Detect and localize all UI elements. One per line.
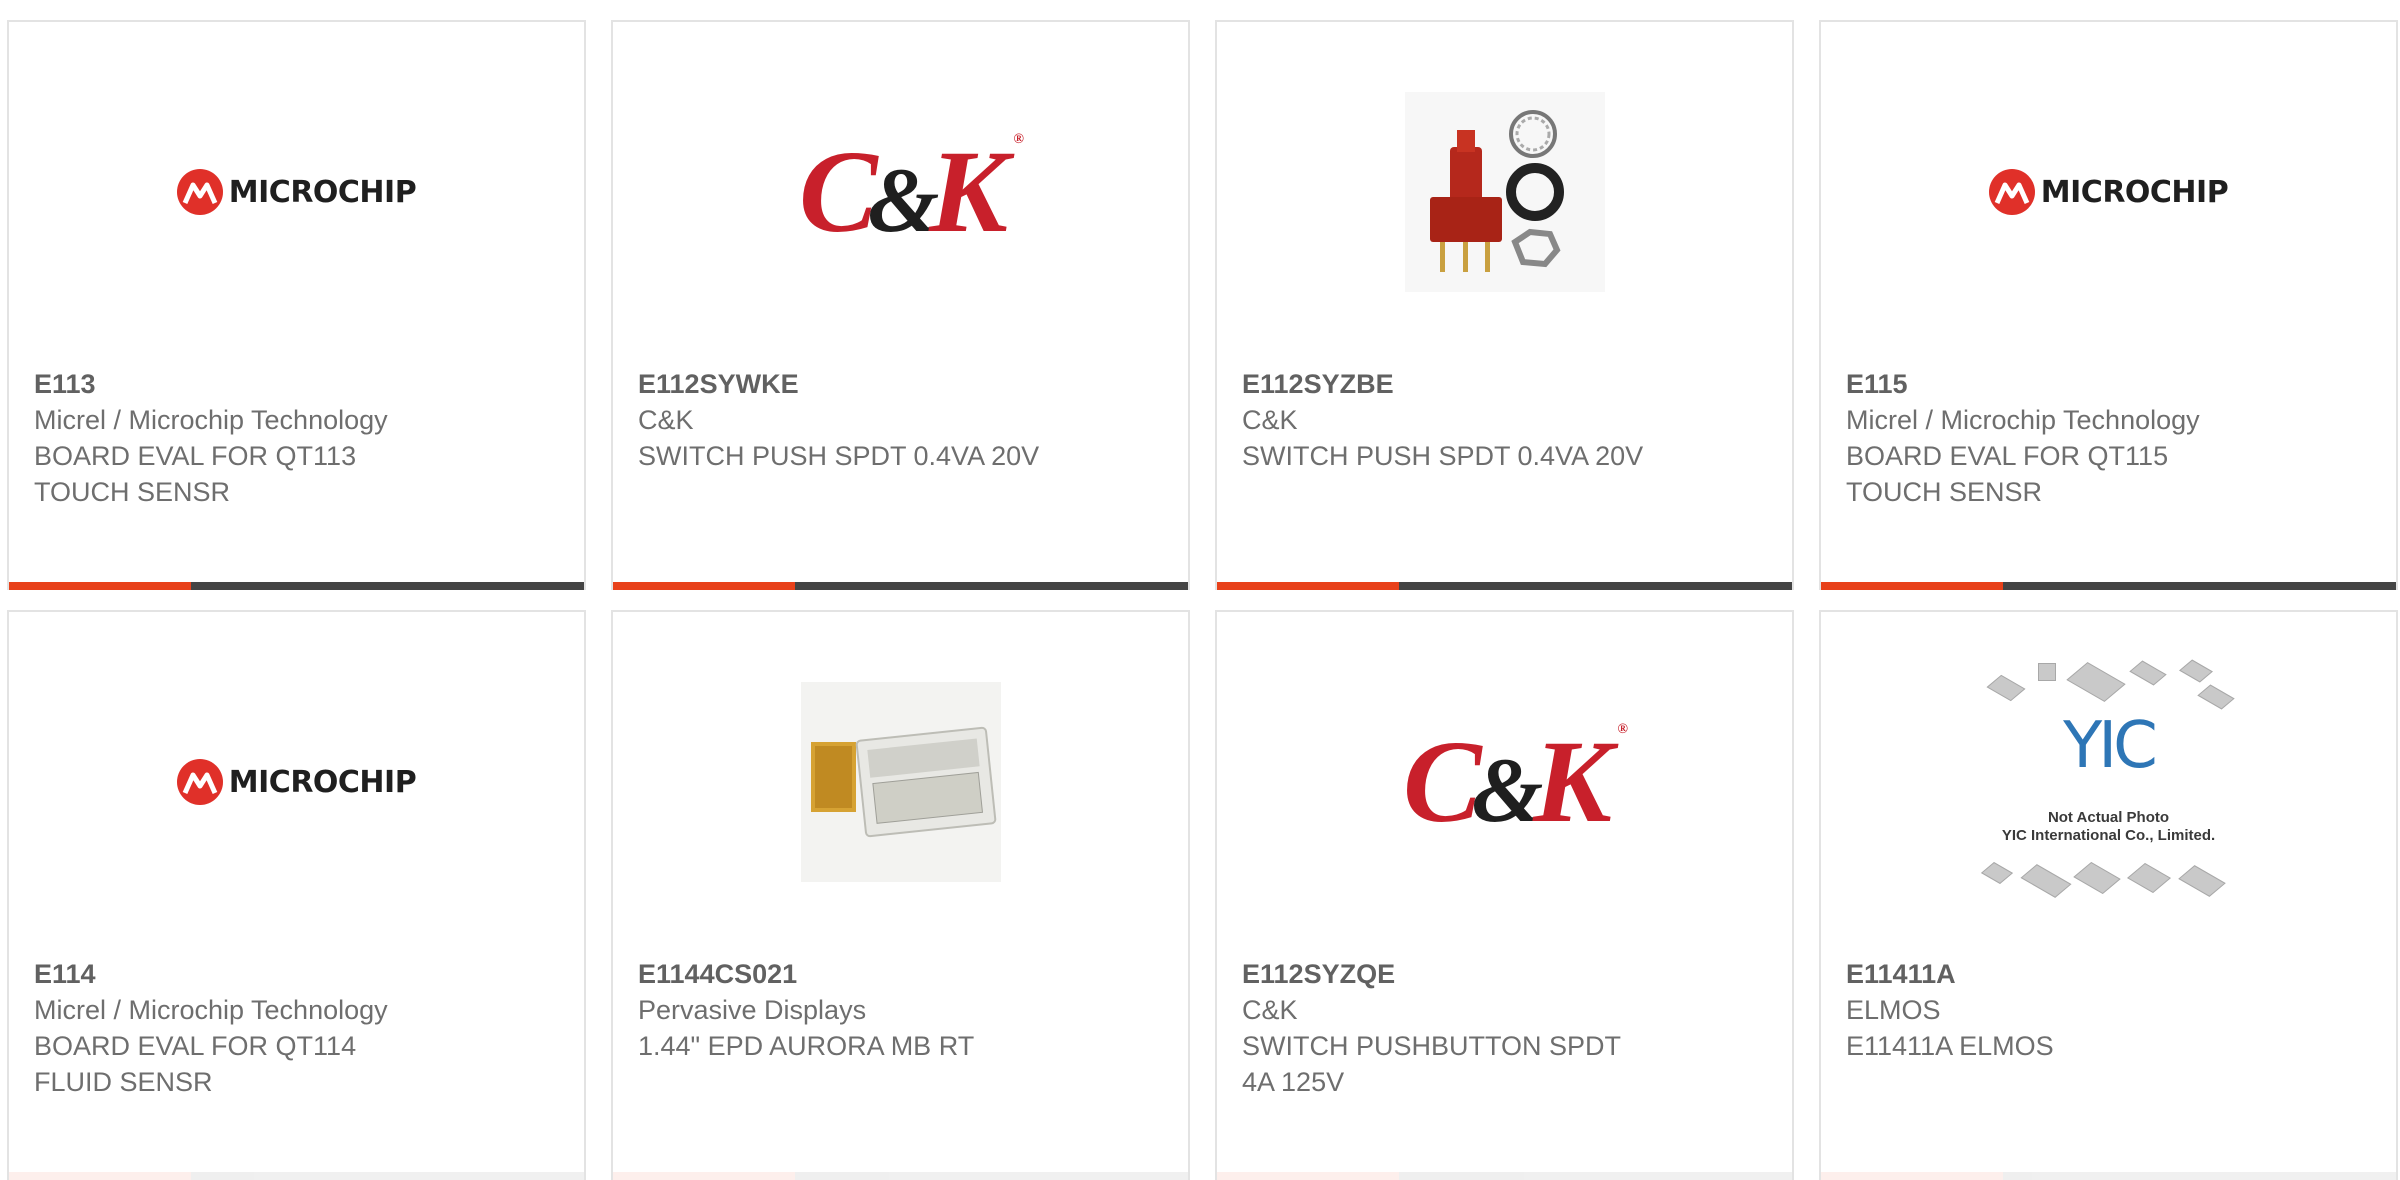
ck-logo-k: K: [1533, 716, 1612, 847]
card-bottom-bar: [1821, 582, 2396, 590]
ck-logo: C & K ®: [1403, 714, 1629, 850]
product-card-e115[interactable]: MICROCHIP E115 Micrel / Microchip Techno…: [1819, 20, 2398, 590]
microchip-mark-icon: [176, 169, 223, 215]
microchip-logo: MICROCHIP: [176, 169, 417, 215]
not-actual-photo-note: Not Actual Photo YIC International Co., …: [2001, 809, 2216, 844]
microchip-logo: MICROCHIP: [176, 759, 417, 805]
product-card-e11411a[interactable]: YIC Not Actual Photo YIC International C…: [1819, 610, 2398, 1180]
card-accent: [1821, 1172, 2003, 1180]
manufacturer: C&K: [1242, 405, 1298, 435]
description-line-2: FLUID SENSR: [34, 1067, 213, 1097]
product-card-e113[interactable]: MICROCHIP E113 Micrel / Microchip Techno…: [7, 20, 586, 590]
product-grid: MICROCHIP E113 Micrel / Microchip Techno…: [0, 0, 2400, 1180]
ck-logo-tm: ®: [1013, 132, 1025, 147]
part-number[interactable]: E113: [34, 366, 564, 402]
chip-icon: [2072, 861, 2121, 895]
part-number[interactable]: E112SYZBE: [1242, 366, 1772, 402]
part-number[interactable]: E115: [1846, 366, 2376, 402]
part-number[interactable]: E11411A: [1846, 956, 2376, 992]
card-bottom-bar: [1217, 1172, 1792, 1180]
description-line-1: 1.44" EPD AURORA MB RT: [638, 1031, 975, 1061]
product-image: C & K ®: [613, 22, 1188, 362]
chip-icon: [1980, 862, 2013, 884]
chip-icon: [2037, 663, 2056, 681]
manufacturer: Micrel / Microchip Technology: [34, 405, 388, 435]
manufacturer: ELMOS: [1846, 995, 1941, 1025]
microchip-mark-icon: [176, 759, 223, 805]
microchip-wordmark: MICROCHIP: [228, 174, 417, 210]
description-line-1: BOARD EVAL FOR QT115: [1846, 441, 2169, 471]
microchip-wordmark: MICROCHIP: [2040, 174, 2229, 210]
microchip-mark-icon: [1988, 169, 2035, 215]
card-bottom-bar: [613, 582, 1188, 590]
pushbutton-photo: [1404, 92, 1605, 292]
chip-icon: [2065, 662, 2126, 702]
ck-logo-amp: &: [1471, 739, 1544, 841]
part-number[interactable]: E1144CS021: [638, 956, 1168, 992]
card-accent: [9, 1172, 191, 1180]
ck-logo-c: C: [1403, 716, 1482, 847]
manufacturer: Micrel / Microchip Technology: [1846, 405, 2200, 435]
manufacturer: Micrel / Microchip Technology: [34, 995, 388, 1025]
product-card-e112syzbe[interactable]: E112SYZBE C&K SWITCH PUSH SPDT 0.4VA 20V: [1215, 20, 1794, 590]
manufacturer: Pervasive Displays: [638, 995, 867, 1025]
microchip-logo: MICROCHIP: [1988, 169, 2229, 215]
product-card-e112syzqe[interactable]: C & K ® E112SYZQE C&K SWITCH PUSHBUTTON SPD…: [1215, 610, 1794, 1180]
card-accent: [613, 582, 795, 590]
ck-logo-tm: ®: [1617, 722, 1629, 737]
description-line-1: SWITCH PUSH SPDT 0.4VA 20V: [1242, 441, 1644, 471]
card-accent: [613, 1172, 795, 1180]
product-image: MICROCHIP: [1821, 22, 2396, 362]
description-line-2: TOUCH SENSR: [34, 477, 231, 507]
manufacturer: C&K: [638, 405, 694, 435]
chip-icon: [2177, 865, 2226, 897]
product-card-e114[interactable]: MICROCHIP E114 Micrel / Microchip Techno…: [7, 610, 586, 1180]
manufacturer: C&K: [1242, 995, 1298, 1025]
chip-icon: [2128, 660, 2167, 686]
description-line-1: SWITCH PUSH SPDT 0.4VA 20V: [638, 441, 1040, 471]
product-image: C & K ®: [1217, 612, 1792, 952]
product-image: MICROCHIP: [9, 22, 584, 362]
epd-display-photo: [800, 682, 1001, 882]
product-image: MICROCHIP: [9, 612, 584, 952]
description-line-1: BOARD EVAL FOR QT114: [34, 1031, 357, 1061]
ck-logo: C & K ®: [799, 124, 1025, 260]
product-image: [1217, 22, 1792, 362]
card-bottom-bar: [613, 1172, 1188, 1180]
product-card-e1144cs021[interactable]: E1144CS021 Pervasive Displays 1.44" EPD …: [611, 610, 1190, 1180]
ck-logo-c: C: [799, 126, 878, 257]
description-line-1: BOARD EVAL FOR QT113: [34, 441, 357, 471]
yic-placeholder-image: YIC Not Actual Photo YIC International C…: [1974, 657, 2244, 907]
microchip-wordmark: MICROCHIP: [228, 764, 417, 800]
card-bottom-bar: [1821, 1172, 2396, 1180]
yic-brand-logo: YIC: [2063, 709, 2158, 783]
chip-icon: [2196, 684, 2235, 710]
card-accent: [1217, 582, 1399, 590]
chip-icon: [2020, 864, 2071, 898]
description-line-2: TOUCH SENSR: [1846, 477, 2043, 507]
description-line-2: 4A 125V: [1242, 1067, 1345, 1097]
description-line-1: E11411A ELMOS: [1846, 1031, 2054, 1061]
part-number[interactable]: E112SYWKE: [638, 366, 1168, 402]
card-bottom-bar: [9, 582, 584, 590]
product-image: YIC Not Actual Photo YIC International C…: [1821, 612, 2396, 952]
part-number[interactable]: E114: [34, 956, 564, 992]
card-bottom-bar: [9, 1172, 584, 1180]
product-card-e112sywke[interactable]: C & K ® E112SYWKE C&K SWITCH PUSH SPDT 0.4V…: [611, 20, 1190, 590]
ck-logo-k: K: [929, 126, 1008, 257]
card-accent: [1217, 1172, 1399, 1180]
chip-icon: [1986, 674, 2025, 702]
product-image: [613, 612, 1188, 952]
ck-logo-amp: &: [867, 149, 940, 251]
card-accent: [9, 582, 191, 590]
chip-icon: [2178, 659, 2213, 683]
chip-icon: [2126, 862, 2171, 894]
card-bottom-bar: [1217, 582, 1792, 590]
description-line-1: SWITCH PUSHBUTTON SPDT: [1242, 1031, 1622, 1061]
part-number[interactable]: E112SYZQE: [1242, 956, 1772, 992]
card-accent: [1821, 582, 2003, 590]
